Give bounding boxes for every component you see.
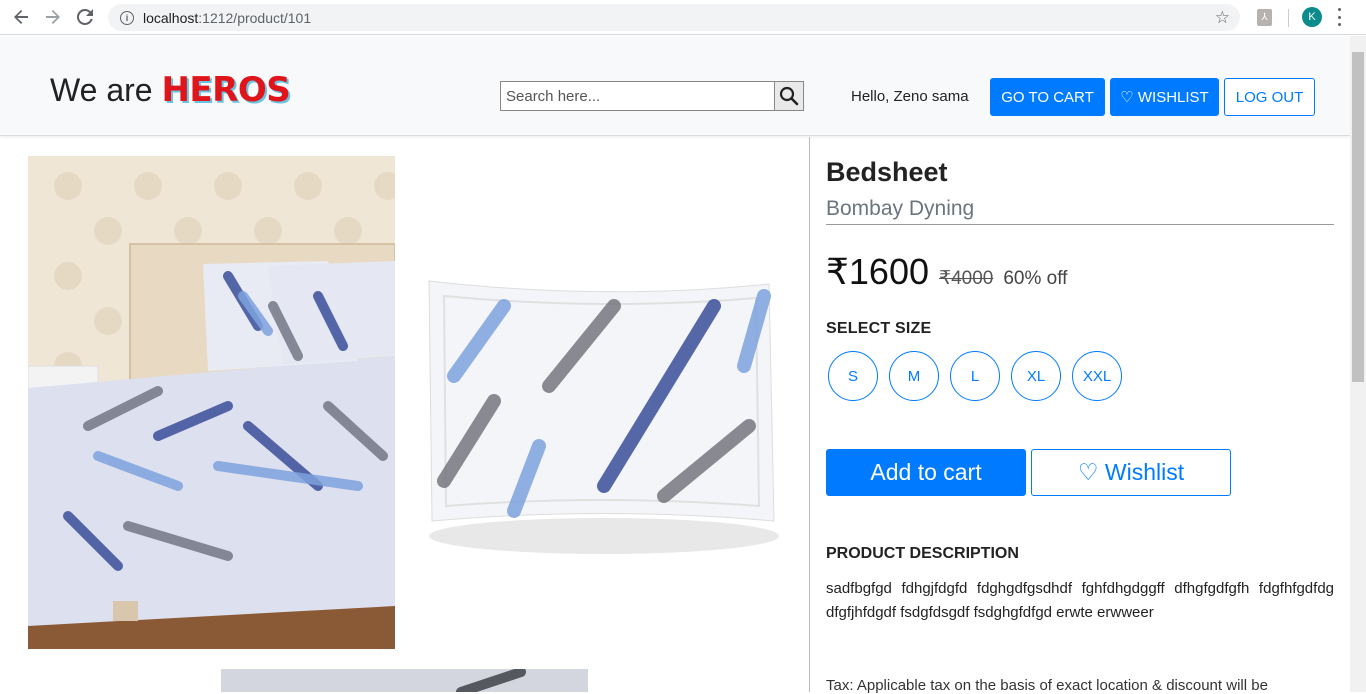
search-form — [500, 81, 804, 111]
selling-price: ₹1600 — [826, 251, 929, 292]
go-to-cart-button[interactable]: GO TO CART — [990, 78, 1105, 116]
scrollbar-thumb[interactable] — [1352, 52, 1364, 382]
brand-highlight: HEROS — [161, 70, 291, 110]
content-divider — [809, 137, 810, 692]
search-button[interactable] — [774, 81, 804, 111]
add-to-cart-button[interactable]: Add to cart — [826, 449, 1026, 496]
product-image-bed[interactable] — [28, 156, 395, 649]
toolbar-divider — [1288, 9, 1289, 27]
address-bar[interactable]: i localhost:1212/product/101 ☆ — [108, 4, 1240, 31]
pdf-extension-icon[interactable]: ⅄ — [1257, 9, 1272, 26]
browser-menu-icon[interactable] — [1336, 8, 1342, 26]
search-input[interactable] — [500, 81, 774, 111]
search-icon — [779, 86, 799, 106]
product-image-pillow[interactable] — [414, 266, 781, 566]
wishlist-button[interactable]: ♡ WISHLIST — [1110, 78, 1219, 116]
brand-underline — [826, 224, 1334, 225]
tax-note: Tax: Applicable tax on the basis of exac… — [826, 677, 1268, 694]
size-options: S M L XL XXL — [828, 351, 1133, 401]
product-description: sadfbgfgd fdhgjfdgfd fdghgdfgsdhdf fghfd… — [826, 580, 1334, 621]
size-option-l[interactable]: L — [950, 351, 1000, 401]
bookmark-star-icon[interactable]: ☆ — [1215, 8, 1230, 28]
price-row: ₹1600 ₹4000 60% off — [826, 251, 1067, 293]
brand-prefix: We are — [50, 72, 153, 108]
size-option-xl[interactable]: XL — [1011, 351, 1061, 401]
product-name: Bedsheet — [826, 157, 948, 187]
logout-button[interactable]: LOG OUT — [1224, 78, 1315, 116]
site-info-icon[interactable]: i — [120, 10, 134, 25]
reload-icon[interactable] — [69, 1, 101, 33]
add-to-wishlist-button[interactable]: ♡ Wishlist — [1031, 449, 1231, 496]
site-logo[interactable]: We are HEROS — [50, 70, 291, 110]
site-header: We are HEROS Hello, Zeno sama GO TO CART… — [0, 36, 1350, 136]
back-arrow-icon[interactable] — [5, 1, 37, 33]
description-heading: PRODUCT DESCRIPTION — [826, 545, 1019, 562]
size-option-s[interactable]: S — [828, 351, 878, 401]
user-greeting: Hello, Zeno sama — [851, 88, 969, 105]
page-scrollbar[interactable] — [1350, 36, 1366, 692]
forward-arrow-icon[interactable] — [37, 1, 69, 33]
url-text: localhost:1212/product/101 — [143, 9, 312, 26]
product-brand: Bombay Dyning — [826, 197, 975, 220]
product-image-detail[interactable] — [221, 669, 588, 692]
size-option-xxl[interactable]: XXL — [1072, 351, 1122, 401]
profile-avatar[interactable]: K — [1302, 7, 1322, 27]
original-price: ₹4000 — [939, 268, 994, 289]
browser-toolbar: i localhost:1212/product/101 ☆ ⅄ K — [0, 0, 1366, 35]
select-size-heading: SELECT SIZE — [826, 320, 932, 337]
size-option-m[interactable]: M — [889, 351, 939, 401]
discount-percent: 60% off — [1003, 268, 1068, 289]
